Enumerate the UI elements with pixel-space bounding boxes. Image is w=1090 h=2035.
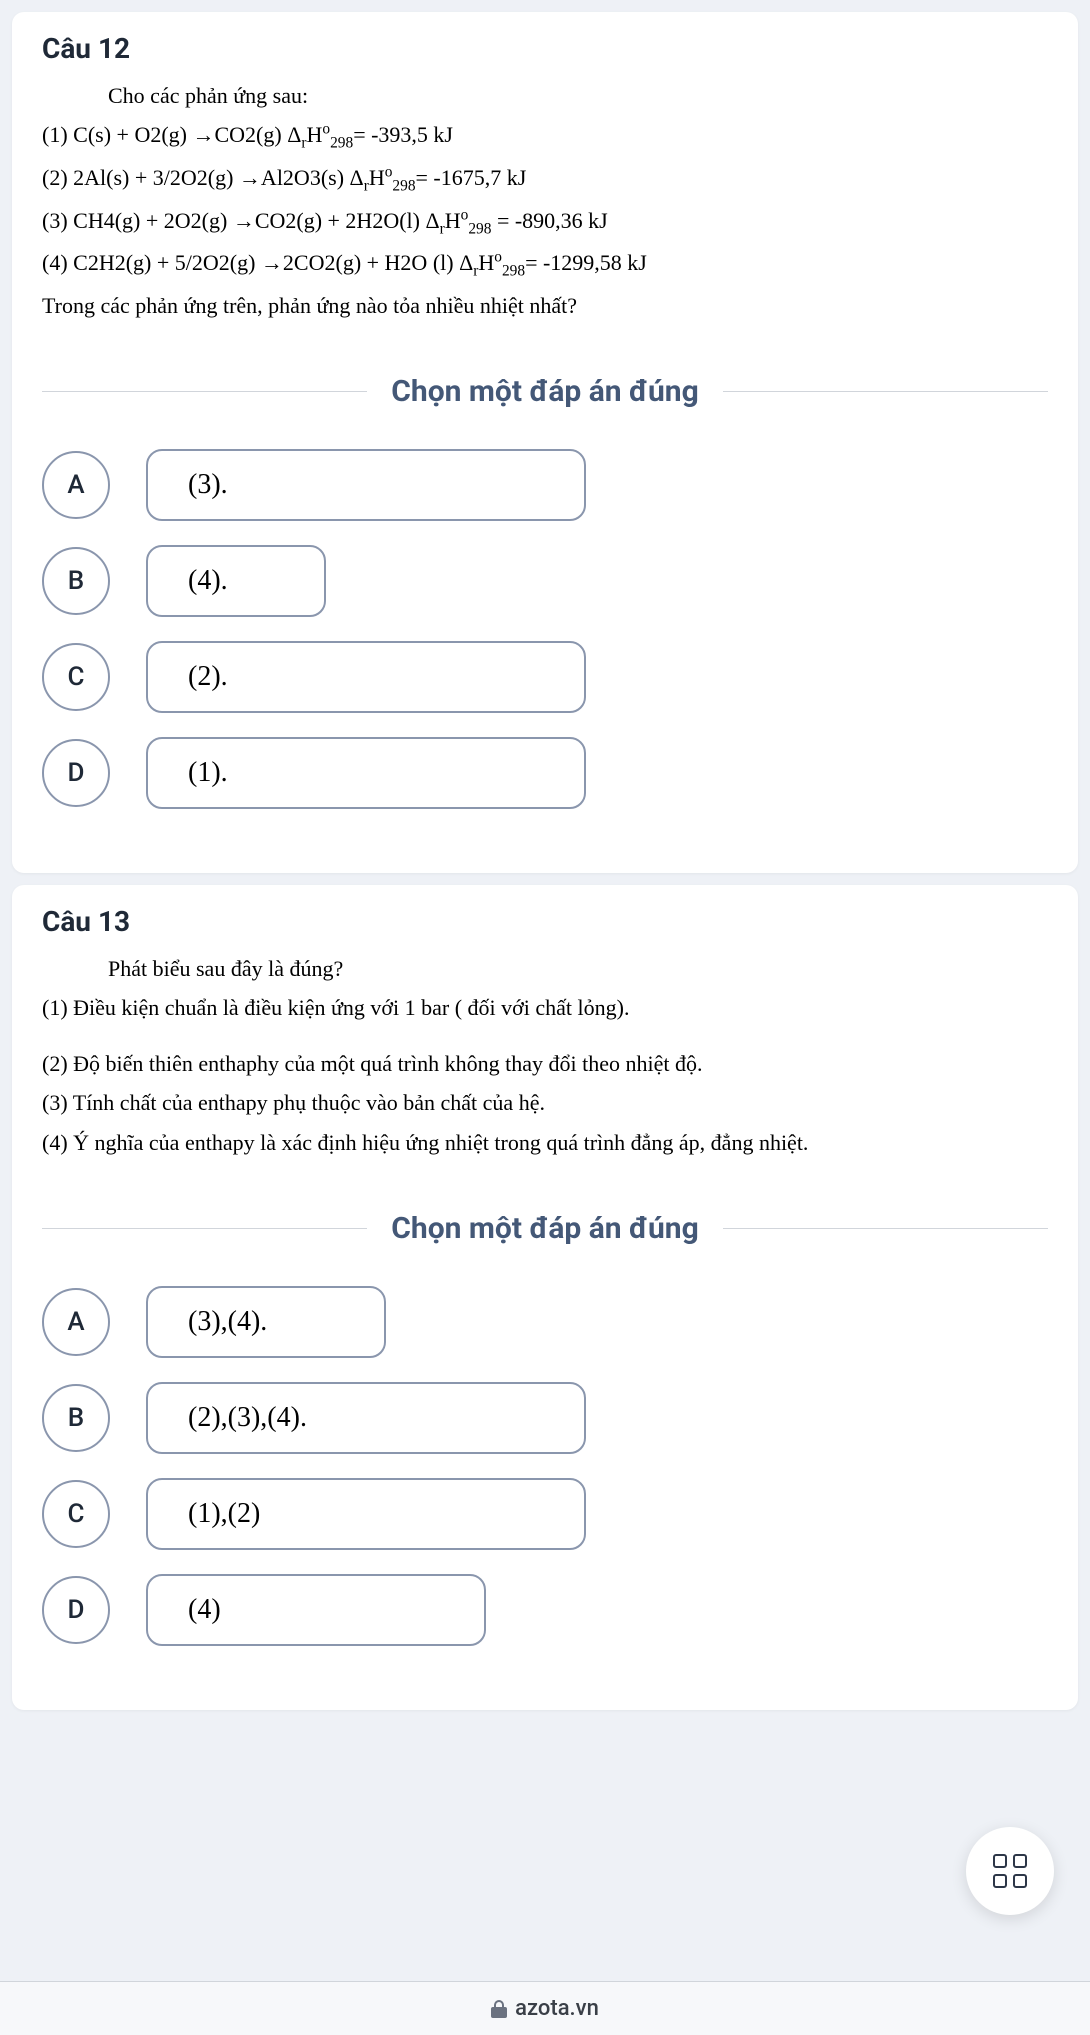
option-button-b[interactable]: B [42,547,110,615]
question-intro: Phát biểu sau đây là đúng? [42,950,1048,987]
question-closing: Trong các phản ứng trên, phản ứng nào tỏ… [42,287,1048,324]
option-text-d[interactable]: (4) [146,1574,486,1646]
option-row-a: A (3). [42,449,1048,521]
option-text-b[interactable]: (2),(3),(4). [146,1382,586,1454]
option-text-a[interactable]: (3). [146,449,586,521]
option-row-a: A (3),(4). [42,1286,1048,1358]
grid-menu-button[interactable] [966,1827,1054,1915]
question-header: Câu 12 [42,32,1048,65]
option-row-c: C (1),(2) [42,1478,1048,1550]
option-button-c[interactable]: C [42,1480,110,1548]
question-intro: Cho các phản ứng sau: [42,77,1048,114]
option-row-c: C (2). [42,641,1048,713]
section-title: Chọn một đáp án đúng [367,374,722,409]
option-row-b: B (4). [42,545,1048,617]
section-divider: Chọn một đáp án đúng [42,1211,1048,1246]
divider-line-right [723,391,1048,392]
statement-2: (2) Độ biến thiên enthaphy của một quá t… [42,1045,1048,1082]
reaction-2: (2) 2Al(s) + 3/2O2(g) →Al2O3(s) ΔrHo298=… [42,159,1048,200]
option-text-b[interactable]: (4). [146,545,326,617]
grid-icon [993,1854,1027,1888]
section-title: Chọn một đáp án đúng [367,1211,722,1246]
option-text-a[interactable]: (3),(4). [146,1286,386,1358]
option-text-c[interactable]: (1),(2) [146,1478,586,1550]
section-divider: Chọn một đáp án đúng [42,374,1048,409]
question-card-13: Câu 13 Phát biểu sau đây là đúng? (1) Đi… [12,885,1078,1710]
option-row-b: B (2),(3),(4). [42,1382,1048,1454]
address-bar: azota.vn [0,1981,1090,2035]
option-text-d[interactable]: (1). [146,737,586,809]
reaction-4: (4) C2H2(g) + 5/2O2(g) →2CO2(g) + H2O (l… [42,244,1048,285]
statement-3: (3) Tính chất của enthapy phụ thuộc vào … [42,1084,1048,1121]
reaction-1: (1) C(s) + O2(g) →CO2(g) ΔrHo298= -393,5… [42,116,1048,157]
option-button-a[interactable]: A [42,451,110,519]
statement-1: (1) Điều kiện chuẩn là điều kiện ứng với… [42,989,1048,1026]
option-button-c[interactable]: C [42,643,110,711]
divider-line-left [42,391,367,392]
divider-line-left [42,1228,367,1229]
divider-line-right [723,1228,1048,1229]
option-row-d: D (1). [42,737,1048,809]
question-body: Phát biểu sau đây là đúng? (1) Điều kiện… [42,950,1048,1161]
reaction-3: (3) CH4(g) + 2O2(g) →CO2(g) + 2H2O(l) Δr… [42,202,1048,243]
lock-icon [491,2000,507,2018]
question-header: Câu 13 [42,905,1048,938]
option-row-d: D (4) [42,1574,1048,1646]
statement-4: (4) Ý nghĩa của enthapy là xác định hiệu… [42,1124,1048,1161]
option-button-d[interactable]: D [42,1576,110,1644]
option-button-d[interactable]: D [42,739,110,807]
domain-text: azota.vn [515,1996,599,2021]
question-card-12: Câu 12 Cho các phản ứng sau: (1) C(s) + … [12,12,1078,873]
option-button-b[interactable]: B [42,1384,110,1452]
question-body: Cho các phản ứng sau: (1) C(s) + O2(g) →… [42,77,1048,324]
option-button-a[interactable]: A [42,1288,110,1356]
option-text-c[interactable]: (2). [146,641,586,713]
